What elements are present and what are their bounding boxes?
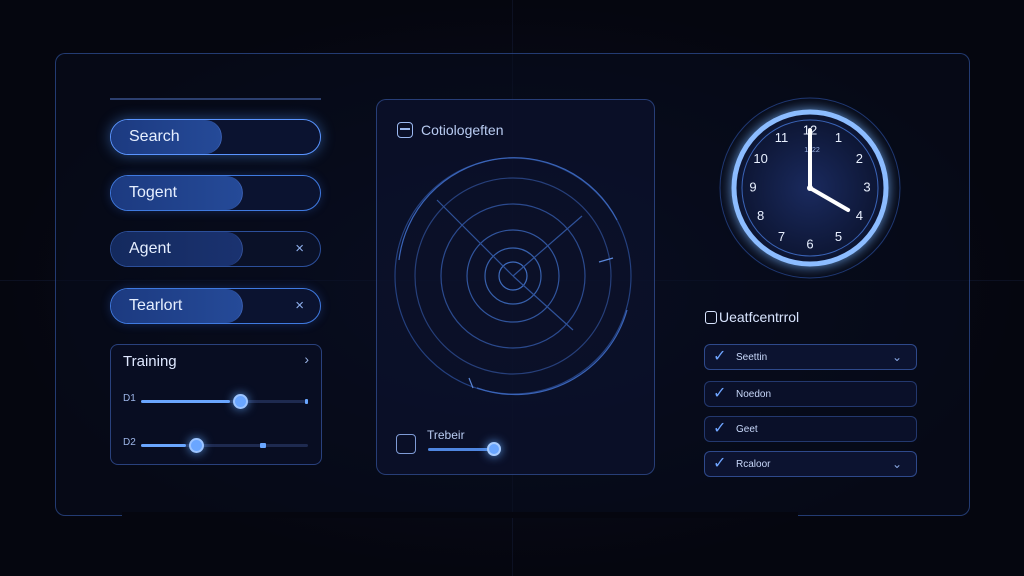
clock-numeral: 9 bbox=[749, 179, 756, 194]
clock-widget: 121234567891011 1222 bbox=[719, 97, 901, 279]
slider-marker bbox=[260, 443, 266, 448]
chevron-right-icon[interactable]: › bbox=[304, 351, 309, 367]
clock-numeral: 6 bbox=[806, 236, 813, 251]
chevron-down-icon[interactable]: ⌄ bbox=[892, 452, 902, 476]
task-label: Noedon bbox=[736, 389, 772, 400]
clock-hub bbox=[807, 185, 813, 191]
radar-arc-bottom bbox=[476, 309, 628, 396]
checkmark-icon[interactable]: ✓ bbox=[713, 346, 726, 366]
clock-numeral: 8 bbox=[757, 208, 764, 223]
task-item-noedon[interactable]: ✓ Noedon bbox=[704, 381, 917, 407]
center-panel: Cotiologeften Trebeir bbox=[376, 99, 655, 475]
close-icon[interactable]: × bbox=[295, 289, 304, 323]
slider-track[interactable] bbox=[141, 400, 308, 403]
pill-label: Tearlort bbox=[129, 297, 183, 314]
checkmark-icon[interactable]: ✓ bbox=[713, 453, 726, 473]
clock-numeral: 11 bbox=[775, 130, 789, 145]
clock-numeral: 7 bbox=[778, 229, 785, 244]
slider-tag: D1 bbox=[123, 393, 136, 404]
checkmark-icon[interactable]: ✓ bbox=[713, 383, 726, 403]
togent-pill[interactable]: Togent bbox=[110, 175, 321, 211]
slider-tag: D2 bbox=[123, 437, 136, 448]
panel-title: Cotiologeften bbox=[421, 122, 504, 138]
radar-tick bbox=[598, 257, 614, 263]
window-icon bbox=[397, 122, 413, 138]
task-item-geet[interactable]: ✓ Geet bbox=[704, 416, 917, 442]
app-canvas: Search Togent Agent × Tearlort × Trainin… bbox=[0, 0, 1024, 576]
tearlort-pill[interactable]: Tearlort × bbox=[110, 288, 321, 324]
task-item-seettin[interactable]: ✓ Seettin ⌄ bbox=[704, 344, 917, 370]
footer-label: Trebeir bbox=[427, 428, 465, 442]
square-icon bbox=[705, 311, 717, 324]
slider-handle[interactable] bbox=[233, 394, 248, 409]
clock-numeral: 4 bbox=[856, 208, 863, 223]
slider-track[interactable] bbox=[141, 444, 308, 447]
frame-gap bbox=[122, 512, 798, 518]
slider-fill bbox=[141, 444, 187, 447]
clock-numeral: 10 bbox=[753, 151, 767, 166]
slider-handle[interactable] bbox=[189, 438, 204, 453]
clock-numeral: 5 bbox=[835, 229, 842, 244]
chevron-down-icon[interactable]: ⌄ bbox=[892, 345, 902, 369]
task-item-rcaloor[interactable]: ✓ Rcaloor ⌄ bbox=[704, 451, 917, 477]
search-pill[interactable]: Search bbox=[110, 119, 321, 155]
agent-pill[interactable]: Agent × bbox=[110, 231, 321, 267]
slider-fill bbox=[141, 400, 230, 403]
close-icon[interactable]: × bbox=[295, 232, 304, 266]
training-panel: Training › D1 D2 bbox=[110, 344, 322, 465]
slider-d1[interactable]: D1 bbox=[123, 393, 311, 409]
tasks-title-text: Ueatfcentrrol bbox=[719, 309, 800, 325]
pill-label: Agent bbox=[129, 240, 171, 257]
square-icon[interactable] bbox=[396, 434, 416, 454]
radar-spoke bbox=[512, 215, 583, 277]
clock-numeral: 2 bbox=[856, 151, 863, 166]
slider-end-marker bbox=[305, 399, 308, 404]
training-title: Training bbox=[123, 353, 177, 370]
task-label: Geet bbox=[736, 424, 758, 435]
left-divider bbox=[110, 98, 321, 100]
pill-label: Togent bbox=[129, 184, 178, 201]
clock-numeral: 3 bbox=[863, 179, 870, 194]
pill-label: Search bbox=[129, 128, 180, 145]
task-label: Seettin bbox=[736, 352, 768, 363]
radar-graphic bbox=[394, 157, 632, 396]
clock-numeral: 1 bbox=[835, 130, 842, 145]
clock-subtext: 1222 bbox=[804, 147, 820, 154]
slider-d2[interactable]: D2 bbox=[123, 437, 311, 453]
checkmark-icon[interactable]: ✓ bbox=[713, 418, 726, 438]
footer-slider-handle[interactable] bbox=[487, 442, 501, 456]
task-label: Rcaloor bbox=[736, 459, 771, 470]
radar-spoke bbox=[436, 199, 514, 277]
tasks-title: Ueatfcentrrol bbox=[705, 309, 799, 325]
